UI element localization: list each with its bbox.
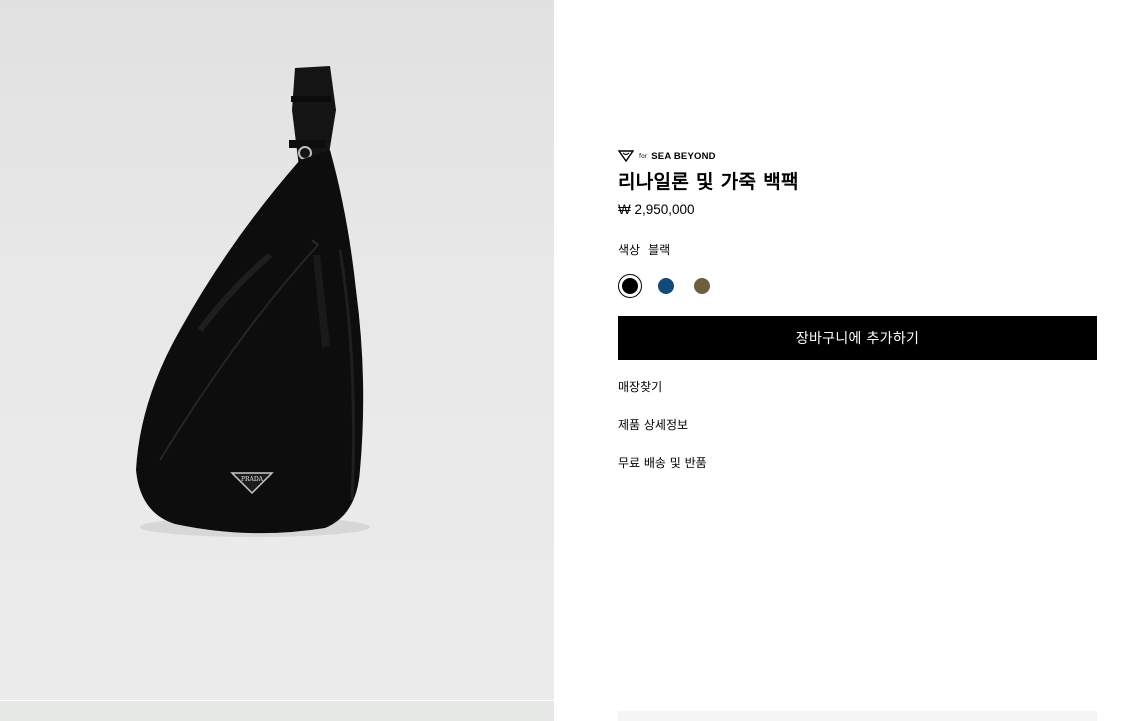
swatch-dot bbox=[658, 278, 674, 294]
color-swatch-blue[interactable] bbox=[654, 274, 678, 298]
color-selection-label: 색상 블랙 bbox=[618, 241, 1097, 259]
swatch-dot bbox=[694, 278, 710, 294]
next-image-strip bbox=[0, 701, 554, 721]
heart-diamond-icon bbox=[618, 150, 634, 162]
backpack-illustration: PRADA bbox=[136, 66, 370, 537]
product-page: PRADA for SEA BEYOND 리나일론 및 가죽 백팩 ₩ 2,95… bbox=[0, 0, 1147, 721]
shipping-returns-link[interactable]: 무료 배송 및 반품 bbox=[618, 454, 1097, 472]
badge-brand: SEA BEYOND bbox=[651, 150, 716, 162]
product-info: for SEA BEYOND 리나일론 및 가죽 백팩 ₩ 2,950,000 … bbox=[618, 148, 1097, 492]
color-label: 색상 bbox=[618, 243, 641, 257]
store-locator-link[interactable]: 매장찾기 bbox=[618, 378, 1097, 396]
product-price: ₩ 2,950,000 bbox=[618, 202, 695, 217]
lower-section-strip bbox=[618, 711, 1097, 721]
product-details-link[interactable]: 제품 상세정보 bbox=[618, 416, 1097, 434]
selected-color-name: 블랙 bbox=[648, 243, 671, 257]
product-links: 매장찾기 제품 상세정보 무료 배송 및 반품 bbox=[618, 378, 1097, 472]
product-title: 리나일론 및 가죽 백팩 bbox=[618, 171, 799, 193]
color-swatch-black[interactable] bbox=[618, 274, 642, 298]
product-image[interactable]: PRADA bbox=[0, 0, 554, 700]
add-to-cart-button[interactable]: 장바구니에 추가하기 bbox=[618, 316, 1097, 360]
svg-text:PRADA: PRADA bbox=[241, 476, 264, 483]
color-swatch-olive[interactable] bbox=[690, 274, 714, 298]
sea-beyond-badge[interactable]: for SEA BEYOND bbox=[618, 148, 1097, 164]
badge-prefix: for bbox=[639, 152, 648, 160]
swatch-dot bbox=[622, 278, 638, 294]
color-swatches bbox=[618, 273, 1097, 299]
